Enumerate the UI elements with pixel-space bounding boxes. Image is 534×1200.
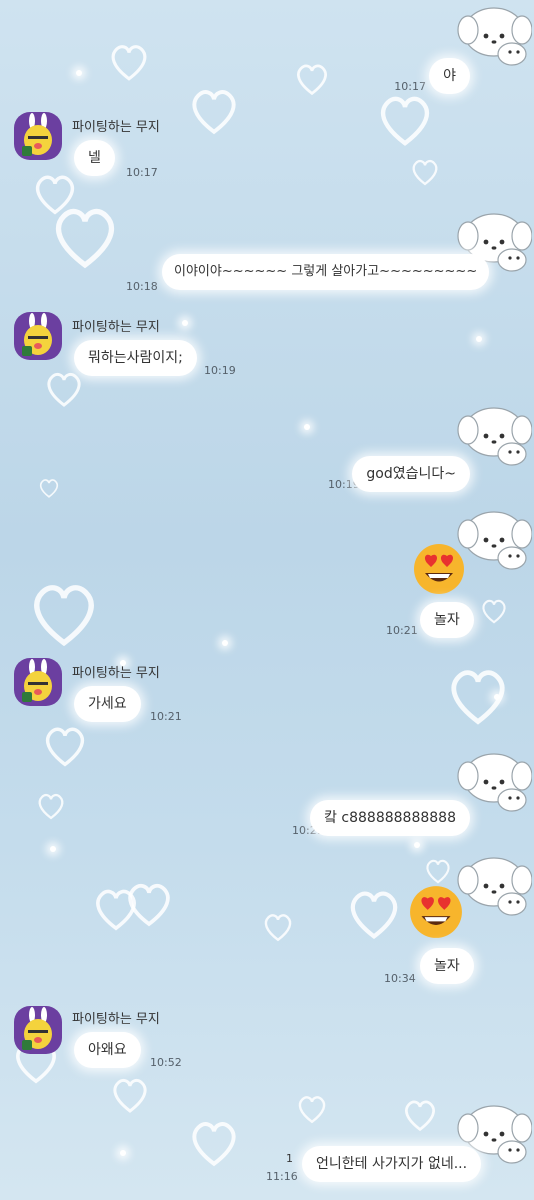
heart-decoration-icon [451, 670, 505, 725]
heart-decoration-icon [426, 859, 450, 884]
message-time: 10:21 [150, 710, 182, 723]
heart-decoration-icon [39, 479, 59, 498]
sparkle [222, 640, 228, 646]
unread-count: 1 [286, 1152, 293, 1165]
heart-decoration-icon [192, 90, 236, 135]
heart-decoration-icon [297, 64, 327, 96]
sparkle [120, 1150, 126, 1156]
my-profile-puppy-icon[interactable] [456, 748, 533, 816]
message-time: 10:52 [150, 1056, 182, 1069]
heart-decoration-icon [111, 45, 147, 81]
other-profile-avatar[interactable] [14, 112, 62, 160]
heart-decoration-icon [34, 585, 94, 647]
sparkle [182, 320, 188, 326]
sender-name: 파이팅하는 무지 [72, 320, 160, 335]
message-bubble[interactable]: 놀자 [420, 948, 474, 984]
heart-decoration-icon [350, 891, 398, 940]
message-bubble[interactable]: 야 [429, 58, 470, 94]
message-time: 10:17 [126, 166, 158, 179]
heart-decoration-icon [264, 914, 292, 942]
heart-decoration-icon [298, 1096, 326, 1124]
message-bubble[interactable]: 캌 c888888888888 [310, 800, 470, 836]
my-profile-puppy-icon[interactable] [456, 852, 533, 920]
message-bubble[interactable]: god였습니다~ [352, 456, 470, 492]
heart-decoration-icon [380, 96, 430, 146]
heart-decoration-icon [412, 159, 438, 186]
heart-decoration-icon [482, 599, 506, 624]
message-time: 10:18 [126, 280, 158, 293]
muzi-character-icon [22, 659, 52, 702]
heart-decoration-icon [47, 372, 81, 407]
heart-eyes-emoji-icon[interactable] [408, 884, 464, 940]
heart-eyes-emoji-icon[interactable] [412, 542, 466, 596]
sparkle [304, 424, 310, 430]
sparkle [50, 846, 56, 852]
heart-decoration-icon [35, 175, 75, 215]
message-bubble[interactable]: 아왜요 [74, 1032, 141, 1068]
muzi-character-icon [22, 113, 52, 156]
message-bubble[interactable]: 놀자 [420, 602, 474, 638]
heart-decoration-icon [96, 889, 136, 931]
sender-name: 파이팅하는 무지 [72, 120, 160, 135]
message-bubble[interactable]: 이야이야~~~~~~ 그렇게 살아가고~~~~~~~~~ [162, 254, 490, 290]
heart-decoration-icon [45, 727, 85, 767]
heart-decoration-icon [55, 208, 115, 269]
my-profile-puppy-icon[interactable] [456, 2, 533, 70]
muzi-character-icon [22, 313, 52, 356]
message-time: 11:16 [266, 1170, 298, 1183]
message-bubble[interactable]: 언니한테 사가지가 없네... [302, 1146, 482, 1182]
heart-decoration-icon [192, 1122, 236, 1167]
message-bubble[interactable]: 넬 [74, 140, 115, 176]
heart-decoration-icon [405, 1100, 435, 1132]
heart-decoration-icon [128, 883, 170, 927]
message-bubble[interactable]: 가세요 [74, 686, 141, 722]
other-profile-avatar[interactable] [14, 658, 62, 706]
message-time: 10:21 [386, 624, 418, 637]
sparkle [76, 70, 82, 76]
sparkle [414, 842, 420, 848]
muzi-character-icon [22, 1007, 52, 1050]
heart-decoration-icon [38, 793, 64, 820]
sender-name: 파이팅하는 무지 [72, 1012, 160, 1027]
message-time: 10:17 [394, 80, 426, 93]
heart-decoration-icon [113, 1078, 147, 1113]
message-time: 10:34 [384, 972, 416, 985]
other-profile-avatar[interactable] [14, 1006, 62, 1054]
message-time: 10:19 [204, 364, 236, 377]
sender-name: 파이팅하는 무지 [72, 666, 160, 681]
sparkle [476, 336, 482, 342]
my-profile-puppy-icon[interactable] [456, 506, 533, 574]
my-profile-puppy-icon[interactable] [456, 402, 533, 470]
other-profile-avatar[interactable] [14, 312, 62, 360]
sparkle [494, 694, 500, 700]
message-bubble[interactable]: 뭐하는사람이지; [74, 340, 197, 376]
